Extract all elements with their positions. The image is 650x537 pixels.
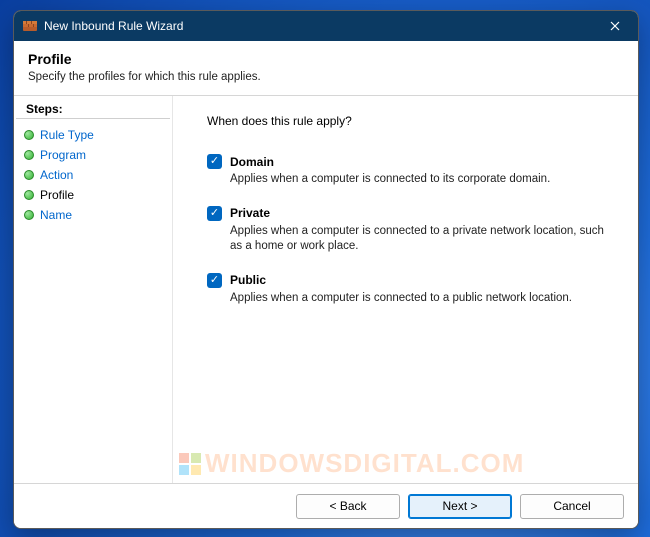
step-action[interactable]: Action bbox=[14, 165, 172, 185]
step-bullet-icon bbox=[24, 190, 34, 200]
steps-sidebar: Steps: Rule Type Program Action Profile … bbox=[14, 96, 173, 483]
wizard-body: Steps: Rule Type Program Action Profile … bbox=[14, 96, 638, 483]
step-rule-type[interactable]: Rule Type bbox=[14, 125, 172, 145]
back-button[interactable]: < Back bbox=[296, 494, 400, 519]
cancel-button[interactable]: Cancel bbox=[520, 494, 624, 519]
option-public: ✓ Public Applies when a computer is conn… bbox=[207, 273, 618, 307]
watermark: WINDOWSDIGITAL.COM bbox=[179, 448, 524, 479]
step-label: Name bbox=[40, 208, 72, 222]
next-button[interactable]: Next > bbox=[408, 494, 512, 519]
watermark-logo-icon bbox=[179, 453, 201, 475]
step-label: Action bbox=[40, 168, 73, 182]
step-bullet-icon bbox=[24, 130, 34, 140]
page-title: Profile bbox=[28, 51, 624, 67]
steps-heading: Steps: bbox=[16, 102, 170, 119]
firewall-icon bbox=[22, 18, 38, 34]
checkbox-private[interactable]: ✓ bbox=[207, 206, 222, 221]
close-icon bbox=[610, 21, 620, 31]
option-label: Private bbox=[230, 206, 270, 220]
option-domain: ✓ Domain Applies when a computer is conn… bbox=[207, 154, 618, 188]
checkbox-domain[interactable]: ✓ bbox=[207, 154, 222, 169]
checkbox-public[interactable]: ✓ bbox=[207, 273, 222, 288]
titlebar[interactable]: New Inbound Rule Wizard bbox=[14, 11, 638, 41]
option-description: Applies when a computer is connected to … bbox=[230, 172, 610, 188]
step-label: Rule Type bbox=[40, 128, 94, 142]
option-description: Applies when a computer is connected to … bbox=[230, 291, 610, 307]
option-description: Applies when a computer is connected to … bbox=[230, 224, 610, 255]
watermark-text: WINDOWSDIGITAL.COM bbox=[205, 448, 524, 479]
option-label: Domain bbox=[230, 155, 274, 169]
step-bullet-icon bbox=[24, 150, 34, 160]
step-bullet-icon bbox=[24, 170, 34, 180]
page-subtitle: Specify the profiles for which this rule… bbox=[28, 71, 624, 83]
option-label: Public bbox=[230, 273, 266, 287]
step-label: Profile bbox=[40, 188, 74, 202]
close-button[interactable] bbox=[592, 11, 638, 41]
step-name[interactable]: Name bbox=[14, 205, 172, 225]
profile-question: When does this rule apply? bbox=[207, 114, 618, 128]
step-label: Program bbox=[40, 148, 86, 162]
wizard-window: New Inbound Rule Wizard Profile Specify … bbox=[13, 10, 639, 529]
wizard-header: Profile Specify the profiles for which t… bbox=[14, 41, 638, 96]
step-program[interactable]: Program bbox=[14, 145, 172, 165]
step-bullet-icon bbox=[24, 210, 34, 220]
content-panel: When does this rule apply? ✓ Domain Appl… bbox=[173, 96, 638, 483]
option-private: ✓ Private Applies when a computer is con… bbox=[207, 206, 618, 255]
window-title: New Inbound Rule Wizard bbox=[44, 19, 183, 33]
wizard-footer: < Back Next > Cancel bbox=[14, 483, 638, 528]
step-profile[interactable]: Profile bbox=[14, 185, 172, 205]
